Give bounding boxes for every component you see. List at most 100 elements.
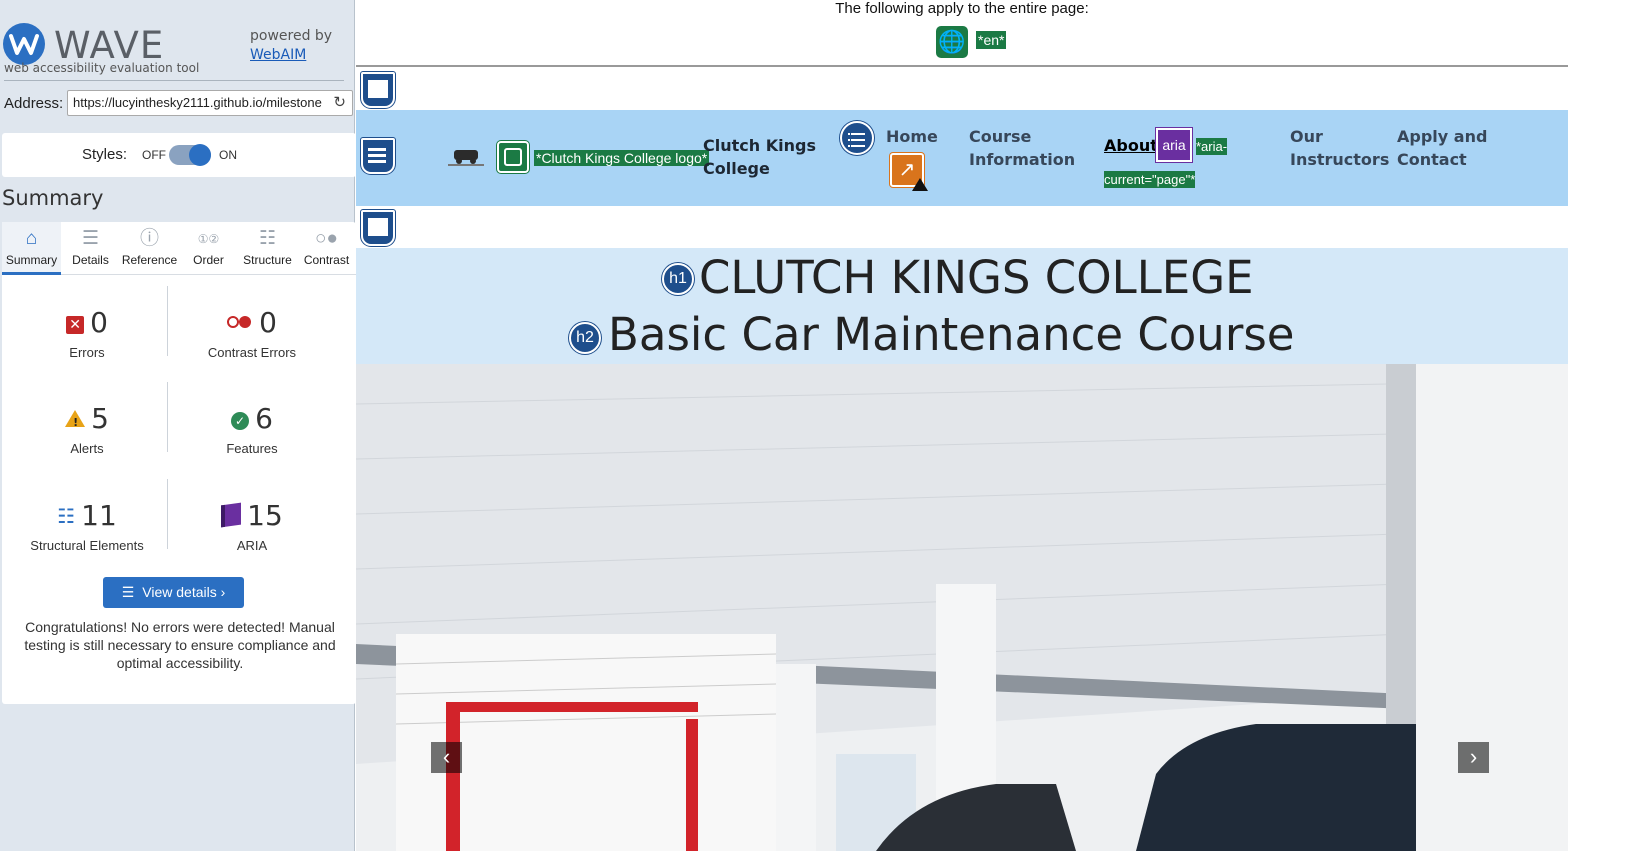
tab-label: Summary [5,253,58,267]
tab-summary[interactable]: ⌂ Summary [2,222,61,275]
list-icon: ☰ [81,228,100,249]
styles-toggle-panel: Styles: OFF ON [2,133,356,177]
aria-count: 15 [247,499,283,532]
tab-label: Order [193,253,224,267]
nav-home[interactable]: Home [886,125,938,148]
nav-course-information[interactable]: Course Information [969,125,1075,171]
carousel-prev-button[interactable]: ‹ [431,742,462,773]
page-subtitle: Basic Car Maintenance Course [608,308,1295,361]
structural-label: Structural Elements [30,538,144,553]
wave-logo: WAVE web accessibility evaluation tool p… [0,10,345,76]
info-icon: ⓘ [139,228,159,249]
brand-name[interactable]: Clutch Kings College [703,134,816,180]
stat-errors: ✕ 0 Errors [7,306,167,360]
image-alt-icon[interactable] [497,141,529,173]
aria-tag-line-2: current="page"* [1104,171,1196,188]
college-logo[interactable] [446,148,486,168]
tab-contrast[interactable]: ○● Contrast [297,222,356,275]
contrast-errors-label: Contrast Errors [207,345,297,360]
tab-label: Details [72,253,109,267]
reload-icon[interactable]: ↻ [333,95,346,111]
nav-our-instructors[interactable]: Our Instructors [1290,125,1389,171]
brand-line-2: College [703,159,770,178]
evaluated-page: The following apply to the entire page: … [356,0,1568,851]
styles-on-label: ON [219,148,237,162]
tab-reference[interactable]: ⓘ Reference [120,222,179,275]
divider [4,80,344,81]
divider [167,286,168,356]
wave-sidebar: WAVE web accessibility evaluation tool p… [0,0,356,851]
structure-icon: ☷ [258,228,277,249]
aria-icon [221,502,242,530]
alerts-label: Alerts [70,441,104,456]
nav-about[interactable]: About [1104,134,1158,157]
contrast-icon: ○● [315,228,338,249]
summary-panel: ⌂ Summary ☰ Details ⓘ Reference ①② Order… [2,222,356,704]
error-icon: ✕ [66,315,85,334]
structural-count: 11 [81,499,117,532]
page-level-notice: The following apply to the entire page: … [356,0,1568,67]
notice-text: The following apply to the entire page: [835,0,1089,17]
list-structure-icon[interactable] [840,121,874,155]
carousel-next-button[interactable]: › [1458,742,1489,773]
stat-alerts: ! 5 Alerts [7,402,167,456]
alert-icon: ! [65,409,86,431]
congrats-message: Congratulations! No errors were detected… [24,619,336,671]
header-landmark-icon[interactable] [361,72,395,108]
view-details-button[interactable]: ☰ View details › [103,577,244,608]
stat-features: ✓ 6 Features [172,402,332,456]
order-icon: ①② [197,232,220,246]
garage-photo [356,364,1568,851]
address-input[interactable] [73,95,323,110]
stat-structural: ☷ 11 Structural Elements [7,499,167,553]
wave-logo-icon [3,23,45,65]
styles-label: Styles: [82,146,128,163]
feature-icon: ✓ [231,411,250,430]
stat-contrast-errors: 0 Contrast Errors [172,306,332,360]
contrast-error-icon [227,315,253,333]
h1-badge[interactable]: h1 [662,263,694,295]
features-label: Features [226,441,278,456]
view-details-label: View details › [142,584,226,600]
styles-off-label: OFF [142,148,166,162]
tab-label: Reference [121,253,178,267]
powered-by-label: powered by [250,28,333,44]
address-field[interactable]: ↻ [67,90,353,116]
tab-bar: ⌂ Summary ☰ Details ⓘ Reference ①② Order… [2,222,356,275]
page-title: CLUTCH KINGS COLLEGE [699,251,1254,304]
list-icon: ☰ [121,584,135,600]
webaim-link[interactable]: WebAIM [250,46,332,65]
styles-toggle[interactable] [169,144,211,166]
nav-apply-contact[interactable]: Apply and Contact [1397,125,1487,171]
language-icon[interactable]: 🌐 [936,26,968,58]
errors-label: Errors [69,345,105,360]
tab-label: Contrast [303,253,350,267]
powered-by: powered by WebAIM [250,27,332,65]
toggle-knob[interactable] [189,144,211,166]
divider [167,479,168,549]
redirect-alert-icon[interactable]: ↗ [890,153,928,191]
divider [167,382,168,452]
tab-label: Structure [243,253,292,267]
tab-order[interactable]: ①② Order [179,222,238,275]
logo-alt-tag: *Clutch Kings College logo* [534,150,710,166]
tab-details[interactable]: ☰ Details [61,222,120,275]
tab-structure[interactable]: ☷ Structure [238,222,297,275]
alerts-count: 5 [91,402,109,435]
features-count: 6 [255,402,273,435]
main-landmark-icon[interactable] [361,210,395,246]
errors-count: 0 [90,306,108,339]
language-tag: *en* [976,31,1007,49]
navigation-landmark-icon[interactable] [361,138,395,174]
address-label: Address: [4,95,64,112]
contrast-errors-count: 0 [259,306,277,339]
aria-tag-line-1: *aria- [1196,138,1228,155]
h2-badge[interactable]: h2 [569,322,601,354]
brand-line-1: Clutch Kings [703,136,816,155]
home-icon: ⌂ [25,228,38,249]
aria-icon[interactable]: aria [1156,128,1192,162]
structure-icon: ☷ [57,504,76,528]
hero-carousel-image [356,364,1568,851]
wave-tagline: web accessibility evaluation tool [4,61,200,75]
aria-label: ARIA [236,538,268,553]
